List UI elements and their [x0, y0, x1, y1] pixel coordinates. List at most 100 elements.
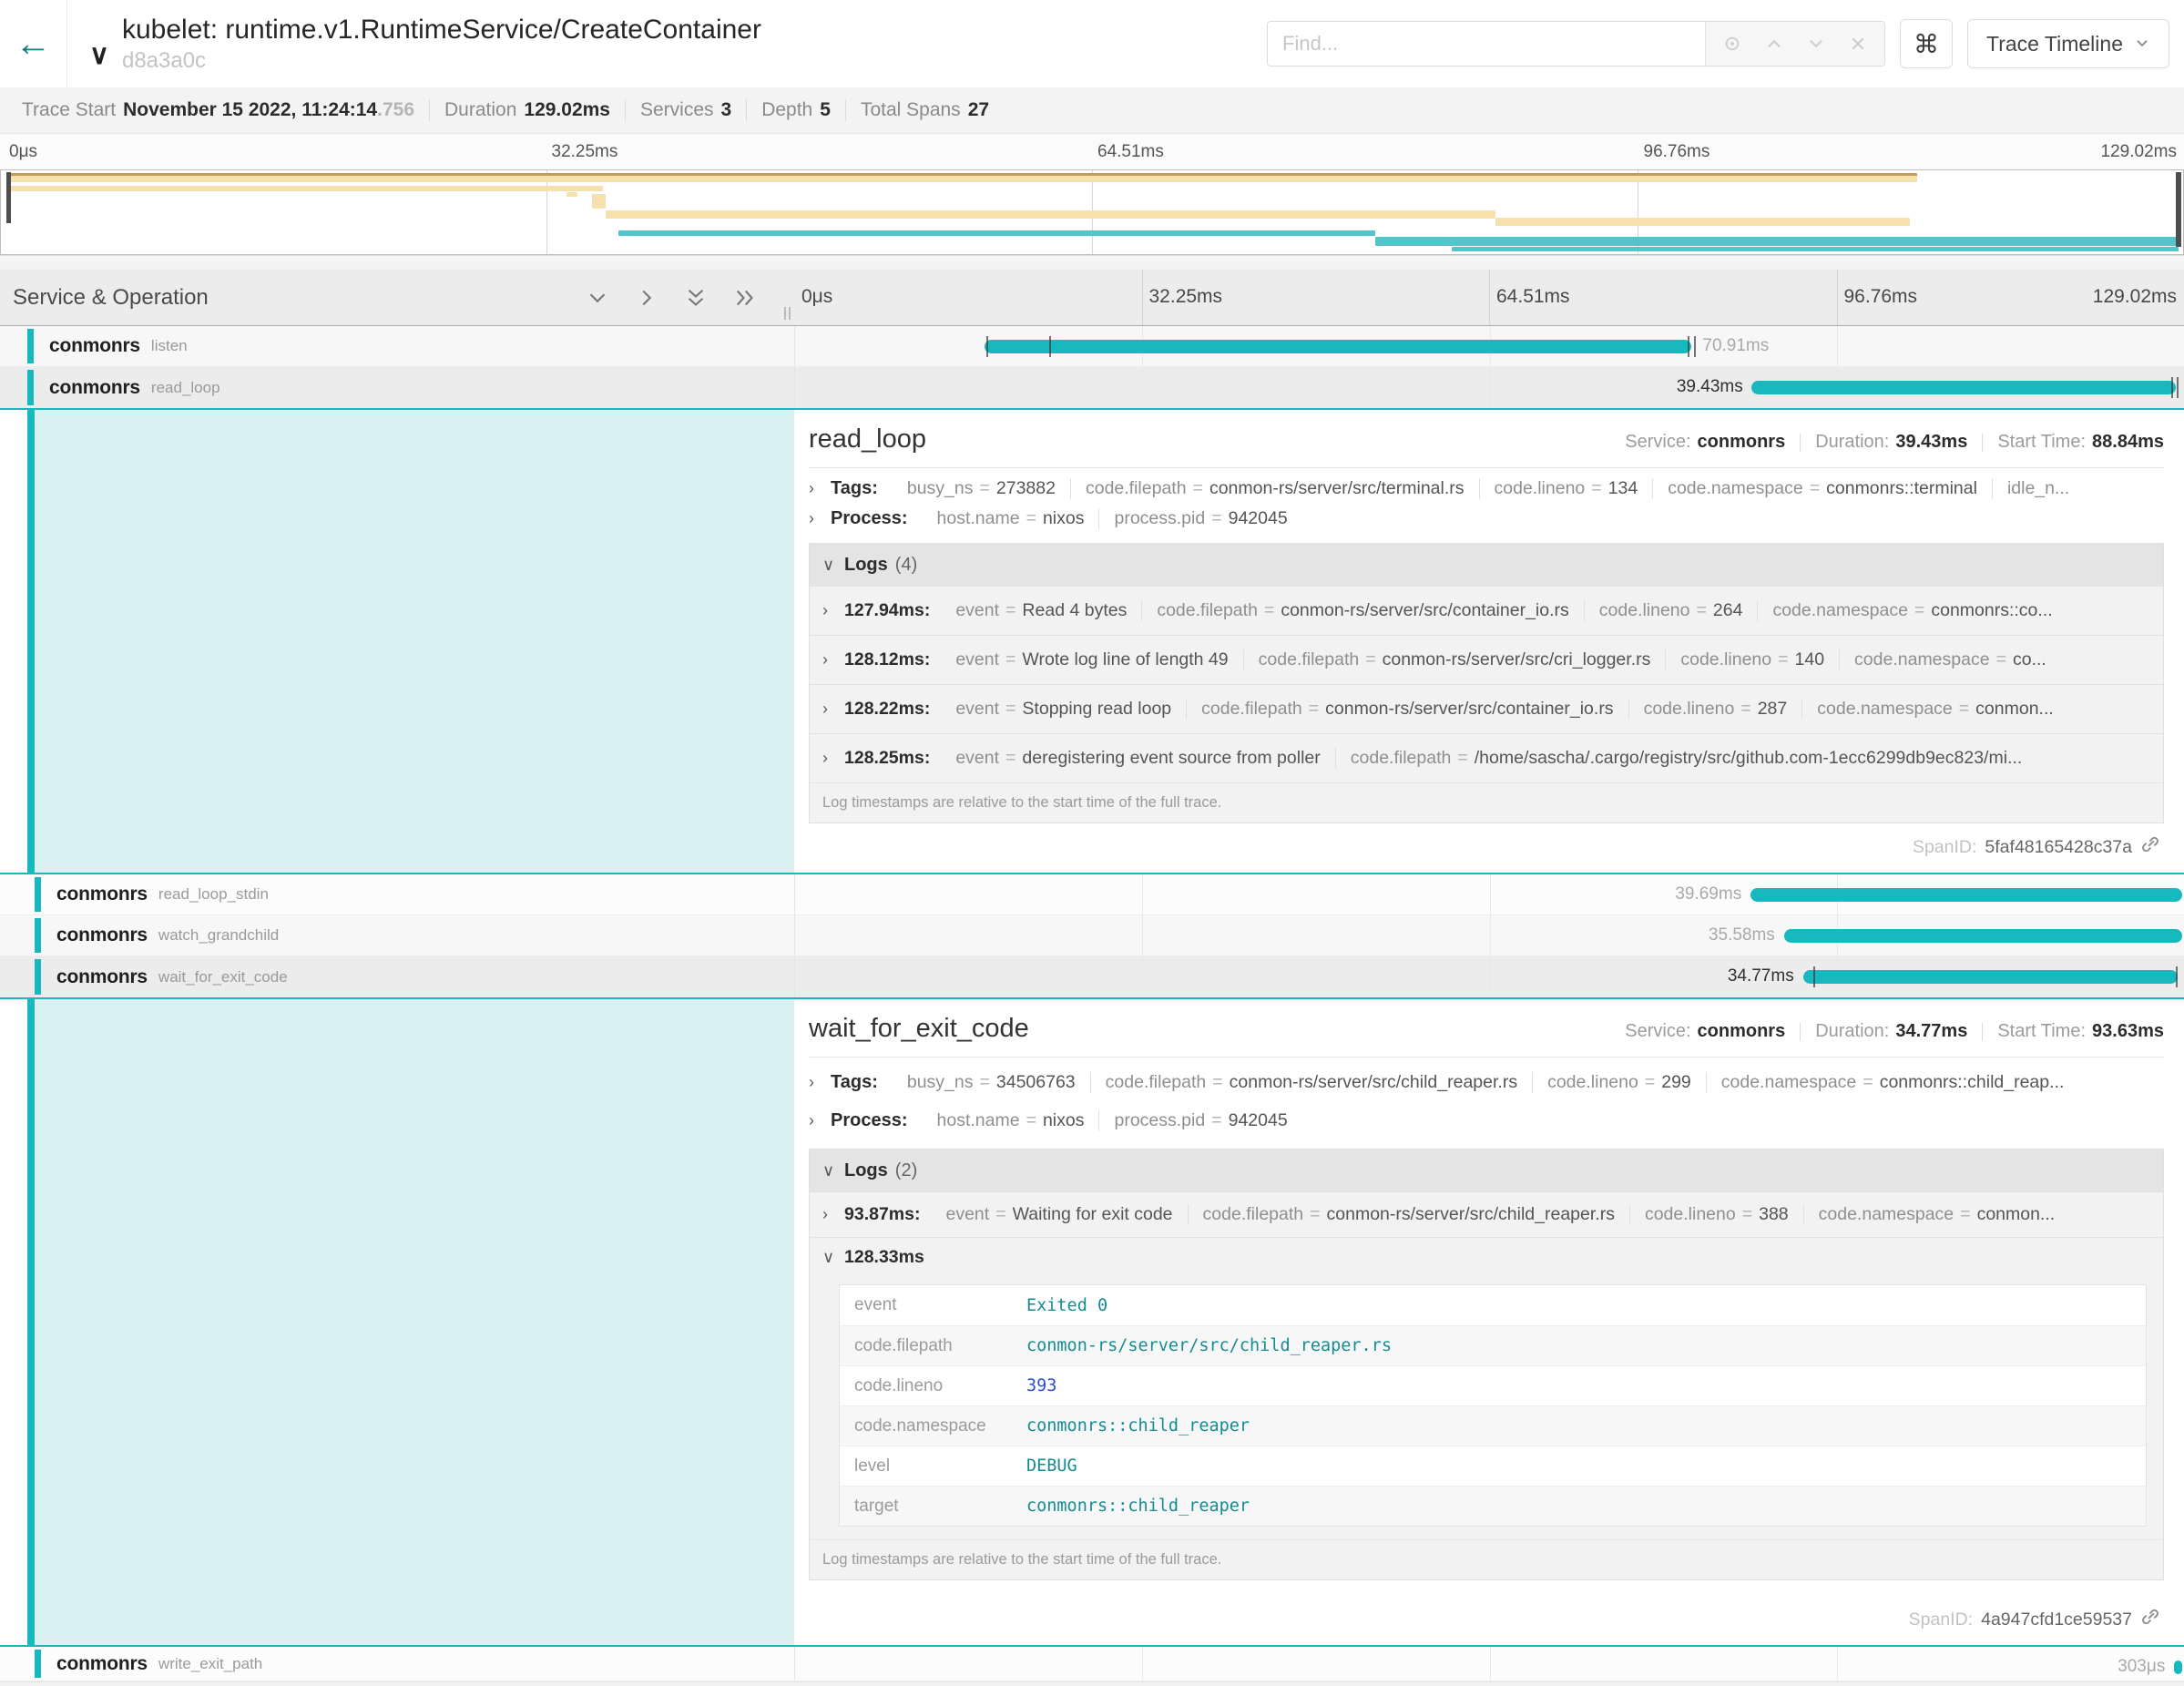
selected-span-guide [27, 410, 35, 873]
logs-section: ∨ Logs (2) › 93.87ms: event=Waiting for … [809, 1149, 2164, 1580]
span-name-cell[interactable]: conmonrs watch_grandchild [0, 915, 794, 955]
span-row-write-exit-path: conmonrs write_exit_path 303μs [0, 1647, 2184, 1681]
table-row: code.lineno393 [840, 1365, 2146, 1405]
meta-value: 88.84ms [2092, 432, 2164, 453]
next-result-icon[interactable] [1806, 34, 1826, 54]
log-field: event=Stopping read loop [941, 699, 1186, 720]
twisty-icon: › [822, 1205, 844, 1224]
span-bar[interactable] [1750, 888, 2182, 902]
log-field: event=Waiting for exit code [931, 1204, 1187, 1225]
minimap-span-band [1452, 247, 2179, 251]
tags-row[interactable]: › Tags: busy_ns=34506763 code.filepath=c… [809, 1063, 2164, 1101]
span-name-cell[interactable]: conmonrs read_loop [0, 367, 794, 408]
stat-value: 3 [721, 99, 732, 121]
detail-meta: Service:conmonrs Duration:39.43ms Start … [1625, 432, 2164, 453]
span-bar-cell[interactable]: 34.77ms [794, 956, 2184, 997]
stat-label: Depth [761, 99, 812, 121]
span-duration-label: 70.91ms [1702, 336, 1769, 356]
span-bar[interactable] [1784, 929, 2183, 943]
operation-name: listen [151, 337, 188, 355]
span-name-cell[interactable]: conmonrs read_loop_stdin [0, 874, 794, 915]
tags-row[interactable]: › Tags: busy_ns=273882 code.filepath=con… [809, 474, 2164, 504]
clear-search-icon[interactable] [1848, 34, 1868, 54]
meta-value: conmonrs [1698, 1021, 1786, 1042]
tag-chip: code.filepath=conmon-rs/server/src/child… [1090, 1072, 1532, 1093]
prev-result-icon[interactable] [1764, 34, 1784, 54]
span-detail-content: read_loop Service:conmonrs Duration:39.4… [794, 410, 2184, 873]
minimap-span-band [10, 173, 1917, 182]
span-tree-gutter [0, 999, 794, 1645]
log-entry-expanded[interactable]: ∨ 128.33ms [810, 1237, 2163, 1277]
tag-chip: idle_n... [1992, 478, 2084, 499]
tag-chip: busy_ns=34506763 [893, 1072, 1090, 1093]
logs-header[interactable]: ∨ Logs (4) [810, 544, 2163, 586]
log-entry[interactable]: › 127.94ms: event=Read 4 bytes code.file… [810, 586, 2163, 635]
minimap-drag-handle-right[interactable] [2176, 172, 2181, 247]
service-accent-bar [35, 959, 41, 995]
find-input[interactable] [1268, 22, 1705, 66]
ruler-tick: 129.02ms [2101, 142, 2177, 162]
page-title: kubelet: runtime.v1.RuntimeService/Creat… [122, 14, 761, 46]
chevron-down-icon[interactable]: ∨ [89, 42, 109, 69]
span-name-cell[interactable]: conmonrs wait_for_exit_code [0, 956, 794, 997]
keyboard-shortcuts-button[interactable]: ⌘ [1900, 19, 1953, 68]
span-id-label: SpanID: [1913, 837, 1976, 858]
link-icon[interactable] [2140, 834, 2160, 860]
span-name-cell[interactable]: conmonrs listen [0, 326, 794, 366]
log-field: code.namespace=conmonrs::co... [1757, 600, 2067, 621]
process-label: Process: [831, 508, 908, 529]
minimap-drag-handle-left[interactable] [6, 172, 11, 223]
collapse-all-icon[interactable] [685, 287, 707, 309]
service-operation-header-cell: Service & Operation [0, 270, 794, 325]
process-row[interactable]: › Process: host.name=nixos process.pid=9… [809, 1101, 2164, 1139]
timeline-header-cell: 0μs 32.25ms 64.51ms 96.76ms 129.02ms [794, 270, 2184, 325]
span-bar-cell[interactable]: 39.69ms [794, 874, 2184, 915]
span-id-value: 4a947cfd1ce59537 [1981, 1609, 2132, 1630]
log-entry[interactable]: › 93.87ms: event=Waiting for exit code c… [810, 1191, 2163, 1237]
log-entry[interactable]: › 128.25ms: event=deregistering event so… [810, 733, 2163, 782]
trace-minimap[interactable] [0, 169, 2184, 255]
span-bar-cell[interactable]: 39.43ms [794, 367, 2184, 408]
minimap-span-band [10, 186, 604, 191]
table-row: targetconmonrs::child_reaper [840, 1486, 2146, 1526]
logs-header[interactable]: ∨ Logs (2) [810, 1150, 2163, 1191]
meta-value: conmonrs [1698, 432, 1786, 453]
log-field: code.lineno=287 [1628, 699, 1802, 720]
span-bar[interactable] [2174, 1660, 2182, 1674]
tags-label: Tags: [831, 1072, 878, 1093]
log-field: code.namespace=conmon... [1803, 1204, 2070, 1225]
ruler-tick: 96.76ms [1644, 142, 1710, 162]
log-footnote: Log timestamps are relative to the start… [810, 782, 2163, 823]
span-name-cell[interactable]: conmonrs write_exit_path [0, 1647, 794, 1681]
span-duration-label: 39.43ms [1677, 377, 1743, 397]
trace-view-selector[interactable]: Trace Timeline [1967, 19, 2169, 68]
focus-target-icon[interactable] [1722, 34, 1742, 54]
log-entry[interactable]: › 128.12ms: event=Wrote log line of leng… [810, 635, 2163, 684]
span-bar[interactable] [985, 340, 1692, 353]
table-row: eventExited 0 [840, 1285, 2146, 1325]
minimap-span-band [1375, 237, 2179, 246]
span-bar-cell[interactable]: 35.58ms [794, 915, 2184, 955]
span-bar-cell[interactable]: 70.91ms [794, 326, 2184, 366]
process-row[interactable]: › Process: host.name=nixos process.pid=9… [809, 504, 2164, 534]
stat-duration: Duration 129.02ms [429, 99, 625, 121]
tags-label: Tags: [831, 478, 878, 499]
table-row: code.filepathconmon-rs/server/src/child_… [840, 1325, 2146, 1365]
span-bar[interactable] [1803, 970, 2178, 984]
log-entry[interactable]: › 128.22ms: event=Stopping read loop cod… [810, 684, 2163, 733]
span-bar[interactable] [1751, 381, 2176, 394]
column-resizer[interactable] [784, 307, 791, 320]
link-icon[interactable] [2140, 1607, 2160, 1632]
expand-all-icon[interactable] [734, 287, 756, 309]
expand-one-icon[interactable] [636, 287, 658, 309]
meta-label: Service: [1625, 1021, 1690, 1042]
minimap-span-band [1495, 218, 1910, 226]
log-field: event=Wrote log line of length 49 [941, 649, 1242, 670]
log-field: code.namespace=co... [1839, 649, 2061, 670]
span-detail-content: wait_for_exit_code Service:conmonrs Dura… [794, 999, 2184, 1645]
log-timestamp: 128.12ms: [844, 649, 930, 670]
span-bar-cell[interactable]: 303μs [794, 1647, 2184, 1681]
back-button[interactable]: ← [0, 0, 67, 87]
log-field: code.lineno=264 [1584, 600, 1758, 621]
collapse-one-icon[interactable] [587, 287, 608, 309]
